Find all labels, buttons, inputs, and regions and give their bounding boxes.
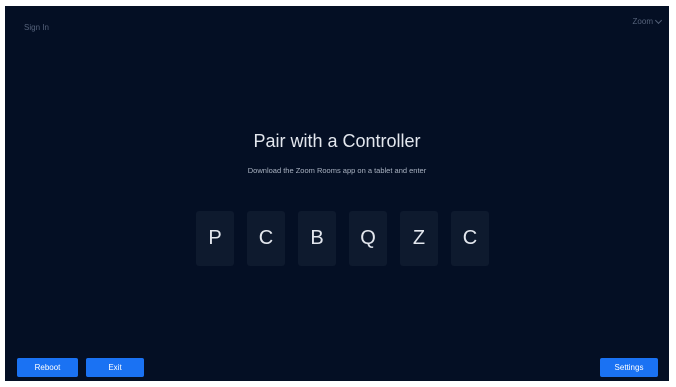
exit-button[interactable]: Exit: [86, 358, 144, 377]
page-subtitle: Download the Zoom Rooms app on a tablet …: [247, 166, 427, 175]
pairing-screen: Sign In Zoom Pair with a Controller Down…: [5, 6, 669, 381]
page-title: Pair with a Controller: [253, 131, 421, 151]
code-character: Q: [349, 211, 387, 266]
code-character: C: [451, 211, 489, 266]
settings-button[interactable]: Settings: [600, 358, 658, 377]
code-character: B: [298, 211, 336, 266]
zoom-menu[interactable]: Zoom: [632, 16, 663, 26]
reboot-button[interactable]: Reboot: [17, 358, 78, 377]
sign-in-link[interactable]: Sign In: [24, 23, 49, 32]
pairing-code: P C B Q Z C: [196, 211, 489, 266]
code-character: P: [196, 211, 234, 266]
code-character: C: [247, 211, 285, 266]
zoom-menu-label: Zoom: [632, 17, 653, 26]
chevron-down-icon: [654, 16, 663, 24]
code-character: Z: [400, 211, 438, 266]
